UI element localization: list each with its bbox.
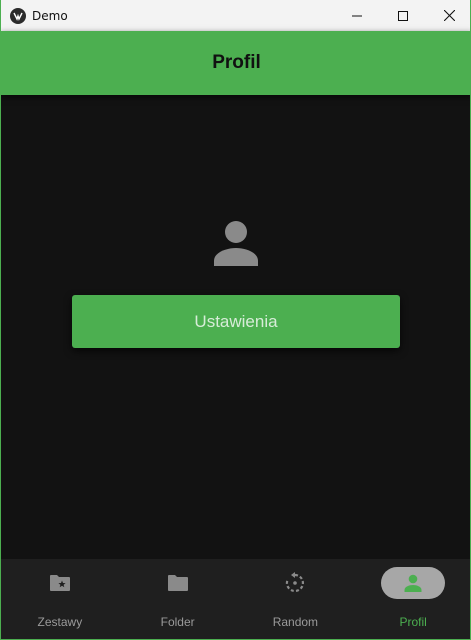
nav-label: Random (272, 615, 319, 629)
folder-icon (167, 575, 188, 591)
app-header: Profil (1, 31, 470, 95)
nav-icon-container (146, 567, 210, 599)
person-icon (404, 574, 422, 592)
nav-item-profil[interactable]: Profil (354, 559, 470, 639)
profile-content: Ustawienia (1, 95, 470, 559)
nav-icon-container (263, 567, 327, 599)
folder-star-icon (49, 575, 70, 591)
settings-button[interactable]: Ustawienia (72, 295, 400, 348)
maximize-icon (398, 10, 408, 21)
window-controls (334, 0, 470, 31)
nav-item-folder[interactable]: Folder (119, 559, 237, 639)
avatar-person-icon (214, 221, 258, 266)
minimize-icon (352, 15, 362, 16)
title-bar[interactable]: Demo (1, 0, 470, 31)
close-button[interactable] (426, 0, 470, 31)
window-title: Demo (32, 8, 68, 23)
nav-icon-container (28, 567, 92, 599)
rotate-icon (286, 572, 305, 593)
nav-label: Zestawy (37, 615, 83, 629)
bottom-navigation: Zestawy Folder Random Profil (1, 559, 470, 639)
nav-item-zestawy[interactable]: Zestawy (1, 559, 119, 639)
app-logo-icon (10, 7, 26, 24)
close-icon (443, 10, 455, 21)
minimize-button[interactable] (334, 0, 380, 31)
maximize-button[interactable] (380, 0, 426, 31)
app-window: Demo Profil Ustawienia Zestawy Folder Ra… (0, 0, 471, 640)
nav-label: Folder (160, 615, 195, 629)
nav-icon-container-active (381, 567, 446, 599)
nav-item-random[interactable]: Random (237, 559, 355, 639)
page-title: Profil (212, 52, 261, 73)
nav-label: Profil (399, 615, 427, 629)
